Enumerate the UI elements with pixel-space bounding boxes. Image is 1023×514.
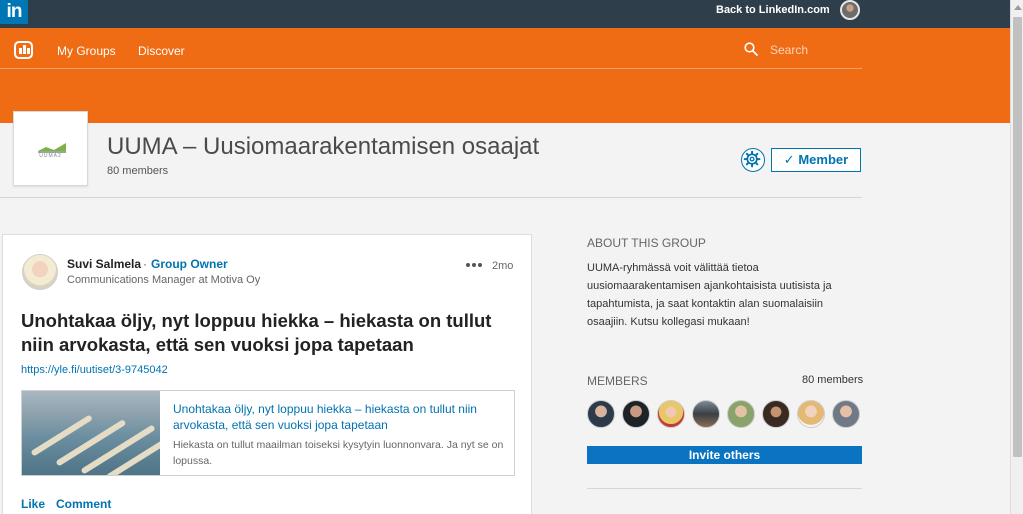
- linkedin-logo-icon[interactable]: in: [0, 0, 28, 24]
- back-to-linkedin-link[interactable]: Back to LinkedIn.com: [716, 3, 830, 17]
- member-avatar[interactable]: [692, 400, 720, 428]
- groups-home-icon[interactable]: [14, 41, 33, 59]
- comment-button[interactable]: Comment: [56, 497, 111, 511]
- member-avatar[interactable]: [657, 400, 685, 428]
- invite-others-button[interactable]: Invite others: [587, 446, 862, 464]
- nav-discover[interactable]: Discover: [138, 44, 185, 58]
- page-scrollbar[interactable]: [1010, 0, 1023, 514]
- like-button[interactable]: Like: [21, 497, 45, 511]
- link-preview-image[interactable]: [22, 391, 160, 475]
- group-settings-button[interactable]: [741, 148, 765, 172]
- group-logo[interactable]: UUMA2: [13, 111, 88, 186]
- scroll-up-arrow-icon[interactable]: [1014, 5, 1022, 10]
- member-avatar[interactable]: [587, 400, 615, 428]
- link-preview-description: Hiekasta on tullut maailman toiseksi kys…: [173, 439, 504, 467]
- author-name[interactable]: Suvi Salmela: [67, 257, 141, 271]
- link-preview[interactable]: Unohtakaa öljy, nyt loppuu hiekka – hiek…: [21, 390, 515, 476]
- author-headline: Communications Manager at Motiva Oy: [67, 274, 261, 286]
- member-button[interactable]: ✓ Member: [771, 148, 861, 172]
- author-separator: ·: [143, 257, 147, 271]
- group-logo-text: UUMA2: [39, 153, 62, 159]
- post-url-link[interactable]: https://yle.fi/uutiset/3-9745042: [21, 364, 168, 376]
- author-role-badge: Group Owner: [151, 257, 228, 271]
- member-avatar-list: [587, 400, 867, 428]
- post-card: Suvi Salmela · Group Owner Communication…: [2, 234, 532, 514]
- members-heading: MEMBERS: [587, 374, 648, 388]
- member-avatar[interactable]: [762, 400, 790, 428]
- group-title: UUMA – Uusiomaarakentamisen osaajat: [107, 133, 540, 160]
- members-count-link[interactable]: 80 members: [802, 374, 863, 386]
- link-preview-title[interactable]: Unohtakaa öljy, nyt loppuu hiekka – hiek…: [173, 401, 503, 433]
- author-avatar[interactable]: [22, 254, 58, 290]
- group-logo-mark-icon: [38, 143, 66, 153]
- member-button-label: Member: [798, 152, 849, 167]
- search-input[interactable]: [770, 42, 862, 58]
- groups-header: My Groups Discover: [0, 28, 1010, 123]
- more-options-icon[interactable]: [464, 257, 484, 271]
- about-group-heading: ABOUT THIS GROUP: [587, 236, 706, 250]
- sidebar-divider: [587, 488, 862, 489]
- gear-icon: [743, 150, 761, 168]
- member-avatar[interactable]: [727, 400, 755, 428]
- member-avatar[interactable]: [797, 400, 825, 428]
- post-timestamp: 2mo: [492, 260, 514, 272]
- nav-my-groups[interactable]: My Groups: [57, 44, 116, 58]
- post-title[interactable]: Unohtakaa öljy, nyt loppuu hiekka – hiek…: [21, 309, 511, 357]
- member-avatar[interactable]: [832, 400, 860, 428]
- linkedin-topbar: in Back to LinkedIn.com: [0, 0, 1010, 28]
- nav-divider: [0, 68, 862, 69]
- group-member-count[interactable]: 80 members: [107, 165, 168, 177]
- user-avatar[interactable]: [840, 0, 860, 20]
- member-avatar[interactable]: [622, 400, 650, 428]
- header-divider: [0, 197, 862, 198]
- search-icon[interactable]: [744, 42, 758, 56]
- about-group-text: UUMA-ryhmässä voit välittää tietoa uusio…: [587, 262, 832, 328]
- scrollbar-thumb[interactable]: [1013, 17, 1022, 457]
- checkmark-icon: ✓: [783, 152, 795, 167]
